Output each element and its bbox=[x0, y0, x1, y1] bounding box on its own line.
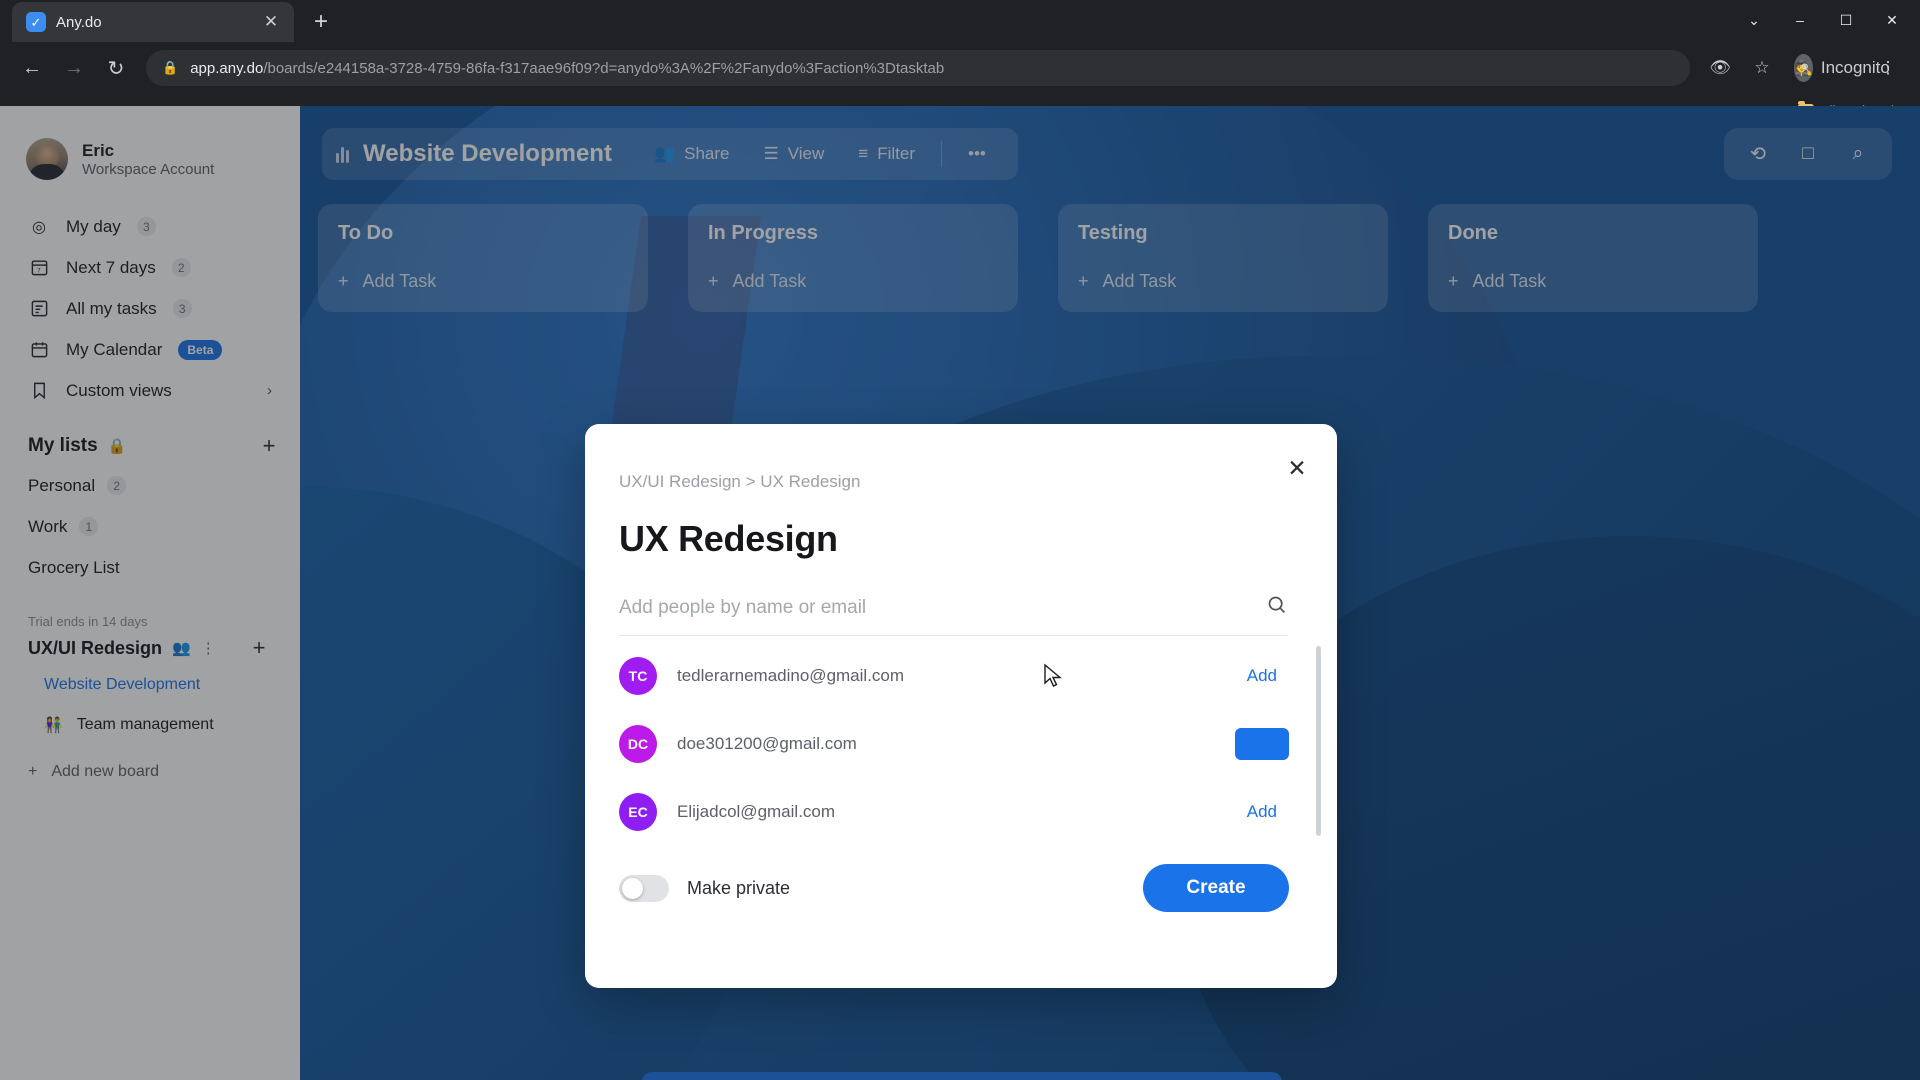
kebab-menu-icon[interactable]: ⋮ bbox=[1870, 50, 1906, 86]
list-item[interactable]: TC tedlerarnemadino@gmail.com Add bbox=[617, 642, 1289, 710]
create-board-modal: ✕ UX/UI Redesign > UX Redesign UX Redesi… bbox=[585, 424, 1337, 988]
person-email: tedlerarnemadino@gmail.com bbox=[677, 666, 905, 685]
url-text: app.any.do/boards/e244158a-3728-4759-86f… bbox=[190, 60, 944, 77]
avatar: EC bbox=[619, 793, 657, 831]
create-button[interactable]: Create bbox=[1143, 864, 1289, 912]
reload-button[interactable]: ↻ bbox=[98, 50, 134, 86]
forward-button[interactable]: → bbox=[56, 50, 92, 86]
close-icon[interactable]: ✕ bbox=[258, 9, 284, 35]
add-people-row bbox=[619, 594, 1287, 636]
scrollbar[interactable] bbox=[1316, 646, 1321, 836]
list-item[interactable]: DC doe301200@gmail.com Add bbox=[617, 710, 1289, 778]
url-path: /boards/e244158a-3728-4759-86fa-f317aae9… bbox=[263, 59, 945, 77]
eye-off-icon[interactable]: 👁 bbox=[1702, 50, 1738, 86]
make-private-toggle[interactable] bbox=[619, 874, 669, 902]
star-icon[interactable]: ☆ bbox=[1744, 50, 1780, 86]
people-suggestion-list: TC tedlerarnemadino@gmail.com Add DC doe… bbox=[617, 642, 1321, 846]
address-bar[interactable]: 🔒 app.any.do/boards/e244158a-3728-4759-8… bbox=[146, 50, 1690, 86]
anydo-check-icon: ✓ bbox=[26, 12, 46, 32]
window-close-button[interactable]: ✕ bbox=[1870, 2, 1914, 38]
back-button[interactable]: ← bbox=[14, 50, 50, 86]
omnibox-bar: ← → ↻ 🔒 app.any.do/boards/e244158a-3728-… bbox=[0, 42, 1920, 94]
tab-title: Any.do bbox=[56, 13, 102, 31]
breadcrumb-current: UX Redesign bbox=[760, 472, 861, 491]
search-icon[interactable] bbox=[1266, 594, 1287, 621]
incognito-avatar-icon: 🕵 bbox=[1794, 54, 1813, 82]
modal-footer: Make private Create bbox=[617, 864, 1289, 912]
lock-icon: 🔒 bbox=[162, 60, 179, 75]
minimize-button[interactable]: – bbox=[1778, 2, 1822, 38]
omnibox-icons: 👁 ☆ ◫ 🕵 Incognito ⋮ bbox=[1702, 50, 1906, 86]
breadcrumb-parent[interactable]: UX/UI Redesign bbox=[619, 472, 741, 491]
browser-window: ✓ Any.do ✕ + ⌄ – ☐ ✕ ← → ↻ 🔒 app.any.do/… bbox=[0, 0, 1920, 1080]
person-email: Elijadcol@gmail.com bbox=[677, 802, 836, 821]
tab-strip: ✓ Any.do ✕ + ⌄ – ☐ ✕ bbox=[0, 0, 1920, 42]
person-email: doe301200@gmail.com bbox=[677, 734, 857, 753]
page-title: UX Redesign bbox=[619, 518, 838, 559]
list-item[interactable]: EC Elijadcol@gmail.com Add bbox=[617, 778, 1289, 846]
add-person-button[interactable]: Add bbox=[1235, 660, 1289, 692]
new-tab-button[interactable]: + bbox=[304, 5, 338, 39]
close-icon[interactable]: ✕ bbox=[1279, 450, 1315, 486]
avatar: TC bbox=[619, 657, 657, 695]
window-controls: ⌄ – ☐ ✕ bbox=[1732, 2, 1914, 38]
maximize-button[interactable]: ☐ bbox=[1824, 2, 1868, 38]
chevron-down-icon[interactable]: ⌄ bbox=[1732, 2, 1776, 38]
url-domain: app.any.do bbox=[190, 59, 264, 77]
make-private-label: Make private bbox=[687, 877, 791, 898]
breadcrumb: UX/UI Redesign > UX Redesign bbox=[619, 472, 1289, 492]
add-people-input[interactable] bbox=[619, 596, 1266, 619]
breadcrumb-separator: > bbox=[745, 472, 756, 491]
app-viewport: Website Development 👥 Share ☰ View ≡ Fil… bbox=[0, 106, 1920, 1080]
add-person-button[interactable]: Add bbox=[1234, 728, 1289, 760]
incognito-indicator[interactable]: 🕵 Incognito bbox=[1794, 50, 1890, 86]
browser-tab[interactable]: ✓ Any.do ✕ bbox=[12, 2, 294, 42]
avatar: DC bbox=[619, 725, 657, 763]
add-person-button[interactable]: Add bbox=[1235, 796, 1289, 828]
